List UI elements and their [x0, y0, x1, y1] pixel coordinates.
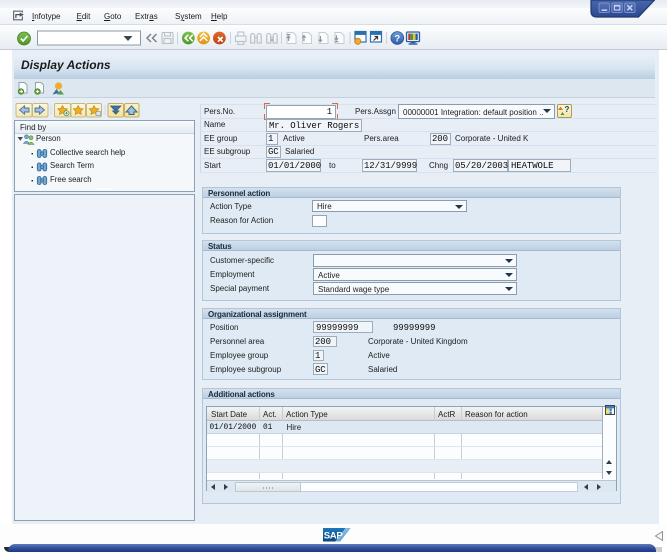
svg-text:?: ?: [565, 105, 570, 114]
svg-text:?: ?: [394, 34, 400, 45]
svg-text:SAP: SAP: [324, 531, 344, 542]
